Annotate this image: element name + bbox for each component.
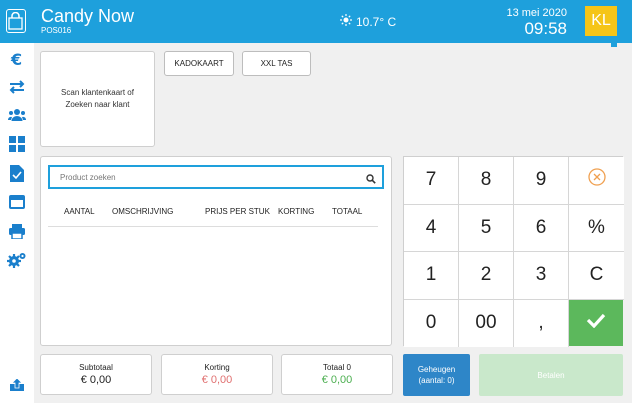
column-header-description: OMSCHRIJVING: [112, 207, 174, 216]
confirm-key[interactable]: [569, 299, 623, 346]
pos-app: Candy Now POS016 10.7° C 13 mei 2020 09:…: [0, 0, 632, 403]
subtotal-label: Subtotaal: [79, 363, 113, 372]
time: 09:58: [524, 19, 567, 38]
key-8[interactable]: 8: [459, 157, 514, 205]
euro-icon[interactable]: €: [7, 49, 27, 69]
document-check-icon[interactable]: [7, 163, 27, 183]
grid-icon[interactable]: [7, 134, 27, 154]
user-initials: KL: [591, 12, 611, 29]
key-2[interactable]: 2: [459, 252, 514, 300]
customers-icon[interactable]: [7, 105, 27, 125]
key-comma[interactable]: ,: [514, 299, 569, 347]
settings-gears-icon[interactable]: [7, 250, 27, 270]
key-7[interactable]: 7: [404, 157, 459, 205]
key-clear[interactable]: C: [569, 252, 624, 300]
xxl-bag-button[interactable]: XXL TAS: [242, 51, 311, 76]
date: 13 mei 2020: [506, 7, 567, 19]
total-label: Totaal 0: [322, 363, 352, 372]
key-4[interactable]: 4: [404, 204, 459, 252]
subtotal-box: Subtotaal € 0,00: [40, 354, 152, 395]
column-header-quantity: AANTAL: [64, 207, 95, 216]
column-header-discount: KORTING: [278, 207, 315, 216]
product-search-input[interactable]: [50, 167, 350, 188]
temperature: 10.7° C: [356, 14, 397, 29]
key-0[interactable]: 0: [404, 299, 459, 347]
upload-icon[interactable]: [7, 375, 27, 395]
key-6[interactable]: 6: [514, 204, 569, 252]
gift-card-button[interactable]: KADOKAART: [164, 51, 234, 76]
app-title: Candy Now: [41, 6, 135, 26]
customer-scan-text: Scan klantenkaart of Zoeken naar klant: [61, 88, 134, 109]
numeric-keypad: 7 8 9 4 5 6 % 1 2 3 C 0 00 ,: [403, 156, 624, 347]
search-icon[interactable]: [366, 171, 376, 189]
table-header-divider: [48, 226, 378, 227]
pay-button[interactable]: Betalen: [479, 354, 623, 396]
printer-icon[interactable]: [7, 221, 27, 241]
product-search: [48, 165, 384, 189]
discount-label: Korting: [204, 363, 230, 372]
customer-scan-panel[interactable]: Scan klantenkaart of Zoeken naar klant: [40, 51, 155, 147]
cancel-circle-icon: [587, 168, 606, 192]
lock-icon: [609, 29, 619, 47]
column-header-total: TOTAAL: [332, 207, 363, 216]
discount-value: € 0,00: [201, 374, 233, 386]
key-percent[interactable]: %: [569, 204, 624, 252]
sidebar: €: [0, 43, 34, 403]
key-00[interactable]: 00: [459, 299, 514, 347]
memory-button[interactable]: Geheugen (aantal: 0): [403, 354, 470, 396]
user-avatar[interactable]: KL: [585, 6, 619, 47]
weather-display: 10.7° C: [340, 14, 396, 29]
key-5[interactable]: 5: [459, 204, 514, 252]
memory-count: (aantal: 0): [418, 376, 455, 385]
sun-icon: [340, 14, 352, 29]
card-icon[interactable]: [7, 192, 27, 212]
svg-text:€: €: [10, 51, 22, 67]
subtotal-value: € 0,00: [80, 374, 112, 386]
total-box: Totaal 0 € 0,00: [281, 354, 393, 395]
memory-label: Geheugen: [417, 365, 456, 374]
column-header-unit-price: PRIJS PER STUK: [205, 207, 270, 216]
total-value: € 0,00: [321, 374, 353, 386]
pos-id: POS016: [41, 26, 72, 35]
shopping-bag-icon[interactable]: [6, 9, 26, 33]
exchange-arrows-icon[interactable]: [7, 77, 27, 97]
key-3[interactable]: 3: [514, 252, 569, 300]
discount-box: Korting € 0,00: [161, 354, 273, 395]
header-bar: Candy Now POS016 10.7° C 13 mei 2020 09:…: [0, 0, 632, 47]
key-1[interactable]: 1: [404, 252, 459, 300]
clear-entry-key[interactable]: [569, 157, 624, 205]
checkmark-icon: [586, 312, 606, 334]
key-9[interactable]: 9: [514, 157, 569, 205]
